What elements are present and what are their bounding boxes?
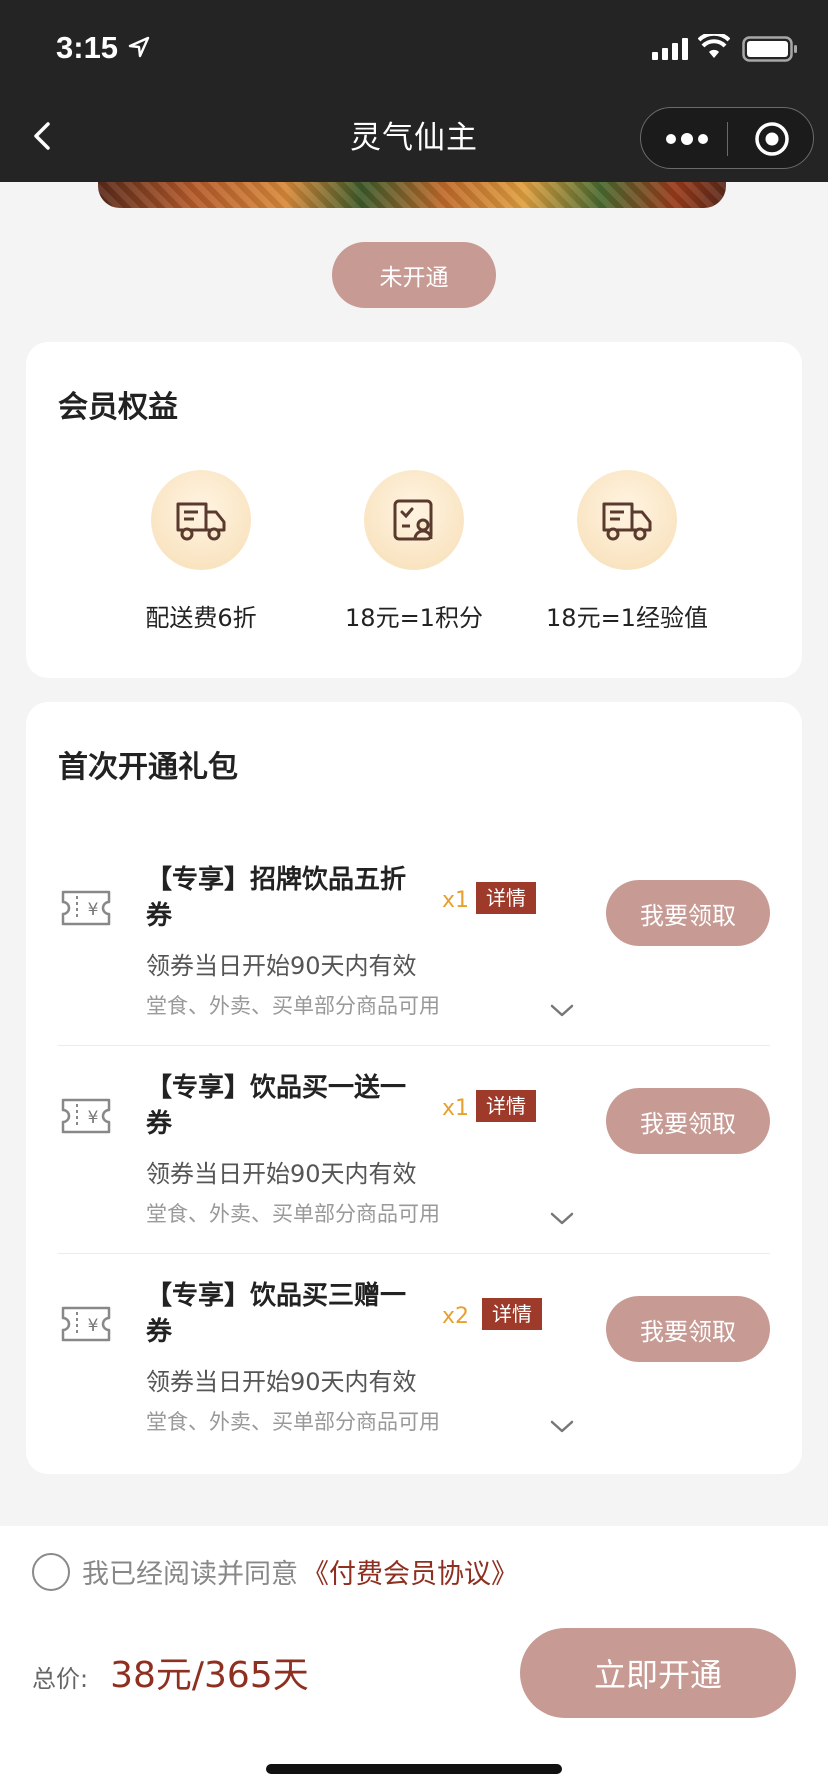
benefit-item-delivery-discount: 配送费6折: [84, 470, 318, 633]
total-price: 38元/365天: [110, 1655, 309, 1696]
coupon-item: ¥ 【专享】饮品买三赠一券 x2 详情 领券当日开始90天内有效 堂食、外卖、买…: [26, 1254, 802, 1462]
chevron-down-icon[interactable]: [548, 1002, 576, 1020]
open-membership-button[interactable]: 立即开通: [520, 1628, 796, 1718]
coupon-detail-tag[interactable]: 详情: [476, 882, 536, 914]
benefit-label: 18元=1积分: [345, 604, 483, 632]
claim-coupon-button[interactable]: 我要领取: [606, 1088, 770, 1154]
coupon-validity: 领券当日开始90天内有效: [146, 1368, 417, 1396]
benefit-icon-circle: [577, 470, 677, 570]
coupon-ticket-icon: ¥: [61, 1306, 111, 1342]
home-indicator: [266, 1764, 562, 1774]
coupon-quantity: x1: [442, 1096, 470, 1121]
coupon-item: ¥ 【专享】饮品买一送一券 x1 详情 领券当日开始90天内有效 堂食、外卖、买…: [26, 1046, 802, 1254]
cellular-signal-icon: [652, 38, 688, 60]
coupon-quantity: x1: [442, 888, 470, 913]
coupon-usage-scope: 堂食、外卖、买单部分商品可用: [146, 1202, 440, 1226]
benefit-label: 18元=1经验值: [546, 604, 708, 632]
agreement-link[interactable]: 《付费会员协议》: [302, 1552, 518, 1591]
chevron-down-icon[interactable]: [548, 1418, 576, 1436]
claim-coupon-button[interactable]: 我要领取: [606, 1296, 770, 1362]
benefit-label: 配送费6折: [145, 604, 257, 632]
svg-text:¥: ¥: [88, 1108, 99, 1128]
claim-coupon-button[interactable]: 我要领取: [606, 880, 770, 946]
coupon-name: 【专享】饮品买一送一券: [146, 1073, 407, 1139]
coupon-ticket-icon: ¥: [61, 1098, 111, 1134]
chevron-down-icon[interactable]: [548, 1210, 576, 1228]
coupon-usage-scope: 堂食、外卖、买单部分商品可用: [146, 994, 440, 1018]
coupon-quantity: x2: [442, 1304, 470, 1329]
capsule-divider: [727, 122, 728, 156]
coupon-item: ¥ 【专享】招牌饮品五折券 x1 详情 领券当日开始90天内有效 堂食、外卖、买…: [26, 838, 802, 1046]
mini-program-capsule: [640, 107, 814, 169]
points-card-icon: [393, 499, 433, 541]
location-arrow-icon: [128, 36, 150, 58]
gift-title: 首次开通礼包: [58, 750, 238, 785]
coupon-name: 【专享】招牌饮品五折券: [146, 865, 407, 931]
coupon-validity: 领券当日开始90天内有效: [146, 952, 417, 980]
svg-text:¥: ¥: [88, 1316, 99, 1336]
nav-bar: 灵气仙主: [0, 92, 828, 182]
status-bar: 3:15: [0, 0, 828, 92]
membership-status-badge: 未开通: [332, 242, 496, 308]
coupon-ticket-icon: ¥: [61, 890, 111, 926]
membership-banner-image: [98, 182, 726, 208]
total-label: 总价:: [32, 1665, 89, 1693]
first-time-gift-card: 首次开通礼包 ¥ 【专享】招牌饮品五折券 x1 详情 领券当日开始90天内有效 …: [26, 702, 802, 1474]
coupon-usage-scope: 堂食、外卖、买单部分商品可用: [146, 1410, 440, 1434]
total-price-row: 总价: 38元/365天: [32, 1646, 309, 1698]
svg-text:¥: ¥: [88, 900, 99, 920]
benefit-item-points: 18元=1积分: [297, 470, 531, 633]
status-time: 3:15: [56, 30, 119, 65]
close-miniprogram-icon[interactable]: [753, 120, 791, 158]
wifi-icon: [698, 34, 730, 58]
coupon-validity: 领券当日开始90天内有效: [146, 1160, 417, 1188]
more-options-icon[interactable]: [665, 128, 709, 150]
agree-checkbox[interactable]: [32, 1552, 70, 1591]
coupon-detail-tag[interactable]: 详情: [476, 1090, 536, 1122]
delivery-truck-icon: [602, 502, 652, 541]
member-benefits-card: 会员权益 配送费6折 18元=1积分 18元=1经验值: [26, 342, 802, 678]
coupon-name: 【专享】饮品买三赠一券: [146, 1281, 407, 1347]
delivery-truck-icon: [176, 502, 226, 541]
battery-icon: [742, 36, 797, 62]
coupon-detail-tag[interactable]: 详情: [482, 1298, 542, 1330]
benefit-icon-circle: [151, 470, 251, 570]
benefit-icon-circle: [364, 470, 464, 570]
benefit-item-experience: 18元=1经验值: [510, 470, 744, 633]
agreement-row: 我已经阅读并同意 《付费会员协议》: [32, 1552, 518, 1591]
benefits-title: 会员权益: [58, 390, 178, 425]
agree-text: 我已经阅读并同意: [82, 1559, 298, 1590]
purchase-bar: 我已经阅读并同意 《付费会员协议》 总价: 38元/365天 立即开通: [0, 1526, 828, 1792]
